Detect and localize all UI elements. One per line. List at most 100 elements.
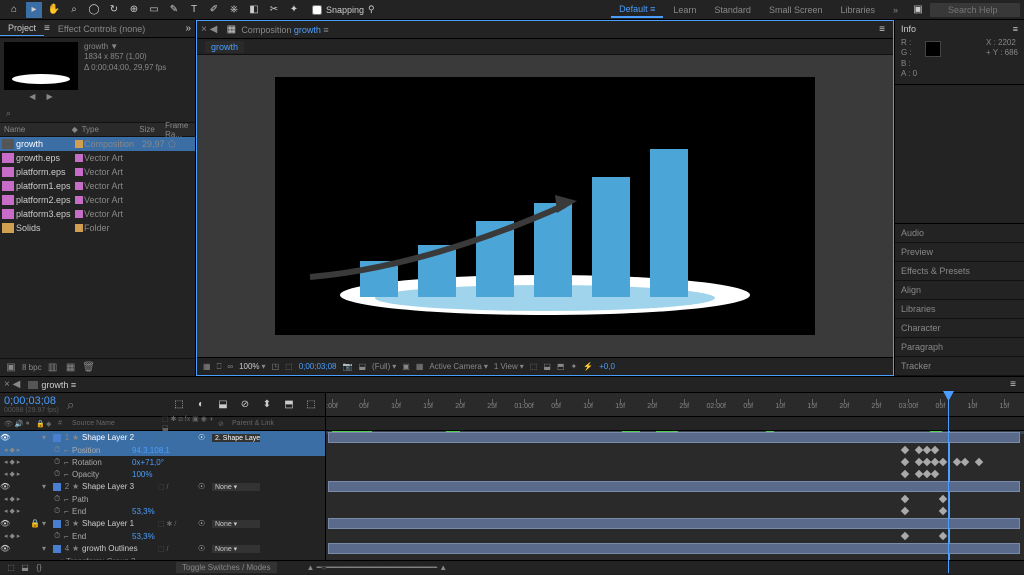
vc-grid-icon[interactable]: ▦ (203, 362, 211, 371)
toolbar-extra-icon[interactable]: ▣ (910, 2, 926, 18)
vc-grid2-icon[interactable]: ▦ (416, 362, 424, 371)
panel-menu-icon[interactable]: » (181, 23, 195, 34)
layer-row[interactable]: 👁▾1★Shape Layer 2⬚ /☉2. Shape Laye ▾ (0, 431, 325, 444)
timeline-layer-list[interactable]: 👁▾1★Shape Layer 2⬚ /☉2. Shape Laye ▾◂ ◆ … (0, 431, 326, 560)
project-item[interactable]: growth.epsVector Art (0, 151, 195, 165)
col-lock-icon[interactable]: 🔒 (36, 420, 46, 428)
snapping-toggle[interactable]: Snapping ⚲ (312, 4, 375, 15)
tl-draft-icon[interactable]: ⬓ (215, 397, 231, 413)
interpret-footage-icon[interactable]: ▣ (4, 361, 18, 375)
property-row[interactable]: ◂ ◆ ▸⏱⌐End53,3% (0, 530, 325, 542)
shape-tool-icon[interactable]: ▭ (146, 2, 162, 18)
side-panel-effects---presets[interactable]: Effects & Presets (895, 262, 1024, 281)
toggle-switches-button[interactable]: Toggle Switches / Modes (176, 562, 277, 573)
timeline-ruler[interactable]: :00f05f10f15f20f25f01:00f05f10f15f20f25f… (326, 393, 1024, 417)
workspace-libraries[interactable]: Libraries (832, 3, 883, 17)
project-item[interactable]: growthComposition29,97⬠ (0, 137, 195, 151)
side-panel-tracker[interactable]: Tracker (895, 357, 1024, 376)
tl-footer-c-icon[interactable]: {} (32, 561, 46, 575)
property-row[interactable]: ◂ ◆ ▸⏱⌐Position94,3,108,1 (0, 444, 325, 456)
timeline-search-input[interactable] (67, 397, 107, 412)
orbit-tool-icon[interactable]: ◯ (86, 2, 102, 18)
col-audio-icon[interactable]: 🔊 (15, 420, 25, 428)
project-tab[interactable]: Project (0, 21, 44, 36)
timeline-menu-icon[interactable]: ≡ (1006, 379, 1020, 390)
comp-panel-menu-icon[interactable]: ≡ (875, 24, 889, 35)
workspace-standard[interactable]: Standard (706, 3, 759, 17)
vc-magnify-icon[interactable]: ⎕ (217, 362, 222, 372)
tl-cc-icon[interactable]: ◐ (193, 397, 209, 413)
timeline-tab[interactable]: growth ≡ (20, 379, 84, 391)
breadcrumb[interactable]: growth (205, 41, 244, 53)
vc-b-icon[interactable]: ⬓ (543, 362, 551, 371)
project-item[interactable]: platform3.epsVector Art (0, 207, 195, 221)
preview-nav[interactable]: ◀ ▶ (4, 92, 78, 101)
tl-graph-icon[interactable]: ⬍ (259, 397, 275, 413)
timeline-tracks[interactable] (326, 431, 1024, 560)
side-panel-audio[interactable]: Audio (895, 224, 1024, 243)
search-help-input[interactable] (930, 3, 1020, 17)
tl-footer-b-icon[interactable]: ⬓ (18, 561, 32, 575)
layer-row[interactable]: 👁▾2★Shape Layer 3⬚ /☉None ▾ (0, 480, 325, 493)
tl-opt-icon[interactable]: ⬚ (303, 397, 319, 413)
composition-tab[interactable]: Composition growth ≡ (241, 25, 328, 35)
camera-dropdown[interactable]: Active Camera ▾ (429, 362, 487, 371)
timecode-display[interactable]: 0;00;03;08 (299, 362, 337, 371)
home-icon[interactable]: ⌂ (6, 2, 22, 18)
vc-fast-icon[interactable]: ⚡ (583, 362, 593, 371)
puppet-tool-icon[interactable]: ✦ (286, 2, 302, 18)
pen-tool-icon[interactable]: ✎ (166, 2, 182, 18)
project-list[interactable]: growthComposition29,97⬠growth.epsVector … (0, 137, 195, 358)
project-search-input[interactable] (6, 108, 189, 118)
composition-viewport[interactable] (197, 55, 893, 357)
side-panel-character[interactable]: Character (895, 319, 1024, 338)
vc-roi-icon[interactable]: ▣ (402, 362, 410, 371)
vc-3d-icon[interactable]: ∞ (227, 362, 233, 371)
property-row[interactable]: ◂ ◆ ▸⏱⌐End53,3% (0, 505, 325, 517)
property-row[interactable]: ◂ ◆ ▸⏱⌐Path (0, 493, 325, 505)
side-panel-align[interactable]: Align (895, 281, 1024, 300)
text-tool-icon[interactable]: T (186, 2, 202, 18)
delete-icon[interactable]: 🗑 (82, 361, 96, 375)
project-item[interactable]: platform2.epsVector Art (0, 193, 195, 207)
layer-row[interactable]: 👁▾4★growth Outlines⬚ /☉None ▾ (0, 542, 325, 555)
workspace-default[interactable]: Default ≡ (611, 2, 663, 18)
timeline-timecode[interactable]: 0;00;03;08 (4, 395, 59, 407)
workspace-learn[interactable]: Learn (665, 3, 704, 17)
views-dropdown[interactable]: 1 View ▾ (494, 362, 524, 371)
vc-show-icon[interactable]: ⬓ (358, 362, 366, 371)
tl-snap-icon[interactable]: ⬒ (281, 397, 297, 413)
brush-tool-icon[interactable]: ✐ (206, 2, 222, 18)
side-panel-paragraph[interactable]: Paragraph (895, 338, 1024, 357)
new-bin-icon[interactable]: ▥ (46, 361, 60, 375)
vc-channels-icon[interactable]: ⬚ (285, 362, 293, 371)
rotate-tool-icon[interactable]: ↻ (106, 2, 122, 18)
zoom-dropdown[interactable]: 100% ▾ (239, 362, 265, 371)
roto-tool-icon[interactable]: ✂ (266, 2, 282, 18)
clone-tool-icon[interactable]: ⎈ (226, 2, 242, 18)
vc-c-icon[interactable]: ⬒ (557, 362, 565, 371)
new-comp-icon[interactable]: ▦ (64, 361, 78, 375)
property-row[interactable]: ◂ ◆ ▸⏱⌐Opacity100% (0, 468, 325, 480)
col-solo-icon[interactable]: ● (26, 420, 36, 428)
anchor-tool-icon[interactable]: ⊕ (126, 2, 142, 18)
resolution-dropdown[interactable]: (Full) ▾ (372, 362, 396, 371)
exposure-value[interactable]: +0,0 (599, 362, 615, 371)
side-panel-preview[interactable]: Preview (895, 243, 1024, 262)
zoom-tool-icon[interactable]: ⌕ (66, 2, 82, 18)
hand-tool-icon[interactable]: ✋ (46, 2, 62, 18)
selection-tool-icon[interactable]: ▸ (26, 2, 42, 18)
tl-footer-a-icon[interactable]: ⬚ (4, 561, 18, 575)
snapshot-icon[interactable]: 📷 (343, 362, 353, 371)
side-panel-libraries[interactable]: Libraries (895, 300, 1024, 319)
workspace-small[interactable]: Small Screen (761, 3, 831, 17)
tl-mb-icon[interactable]: ⊘ (237, 397, 253, 413)
vc-res-toggle-icon[interactable]: ◳ (272, 362, 280, 371)
vc-a-icon[interactable]: ⬚ (530, 362, 538, 371)
workspace-overflow-icon[interactable]: » (885, 3, 906, 17)
vc-d-icon[interactable]: ✦ (570, 362, 577, 371)
effect-controls-tab[interactable]: Effect Controls (none) (50, 22, 153, 36)
info-menu-icon[interactable]: ≡ (1013, 24, 1018, 34)
tl-shy-icon[interactable]: ⬚ (171, 397, 187, 413)
project-item[interactable]: platform.epsVector Art (0, 165, 195, 179)
